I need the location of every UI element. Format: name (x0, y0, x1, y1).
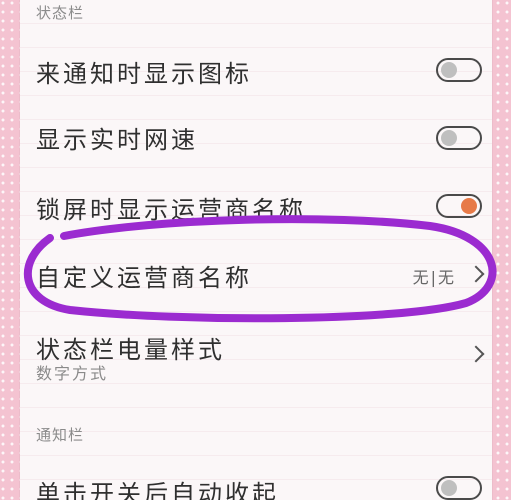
section-header-status-bar: 状态栏 (36, 4, 85, 22)
setting-label: 显示实时网速 (36, 126, 198, 154)
section-header-notification-bar: 通知栏 (36, 426, 85, 444)
notification-icons-toggle[interactable] (436, 58, 482, 82)
toggle-knob (441, 480, 457, 496)
setting-row-battery-style[interactable]: 状态栏电量样式 数字方式 (20, 326, 492, 388)
lockscreen-carrier-toggle[interactable] (436, 194, 482, 218)
settings-panel: 状态栏 来通知时显示图标 显示实时网速 锁屏时显示运营商名称 自定义运营商名称 … (20, 0, 492, 500)
settings-screen: 状态栏 来通知时显示图标 显示实时网速 锁屏时显示运营商名称 自定义运营商名称 … (0, 0, 511, 500)
setting-label: 来通知时显示图标 (36, 60, 252, 88)
setting-label: 单击开关后自动收起 (36, 480, 279, 500)
setting-subtitle: 数字方式 (36, 364, 109, 383)
auto-collapse-toggle[interactable] (436, 476, 482, 500)
toggle-knob (461, 198, 477, 214)
setting-label: 锁屏时显示运营商名称 (36, 196, 306, 224)
setting-row-realtime-speed[interactable]: 显示实时网速 (20, 114, 492, 158)
toggle-knob (441, 130, 457, 146)
toggle-knob (441, 62, 457, 78)
setting-row-auto-collapse[interactable]: 单击开关后自动收起 (20, 468, 492, 500)
realtime-speed-toggle[interactable] (436, 126, 482, 150)
custom-carrier-value: 无|无 (412, 268, 456, 287)
chevron-right-icon (467, 345, 485, 363)
setting-row-notification-icons[interactable]: 来通知时显示图标 (20, 48, 492, 92)
setting-row-custom-carrier-name[interactable]: 自定义运营商名称 无|无 (20, 252, 492, 296)
setting-row-lockscreen-carrier[interactable]: 锁屏时显示运营商名称 (20, 184, 492, 228)
setting-label: 自定义运营商名称 (36, 264, 252, 292)
chevron-right-icon (467, 265, 485, 283)
